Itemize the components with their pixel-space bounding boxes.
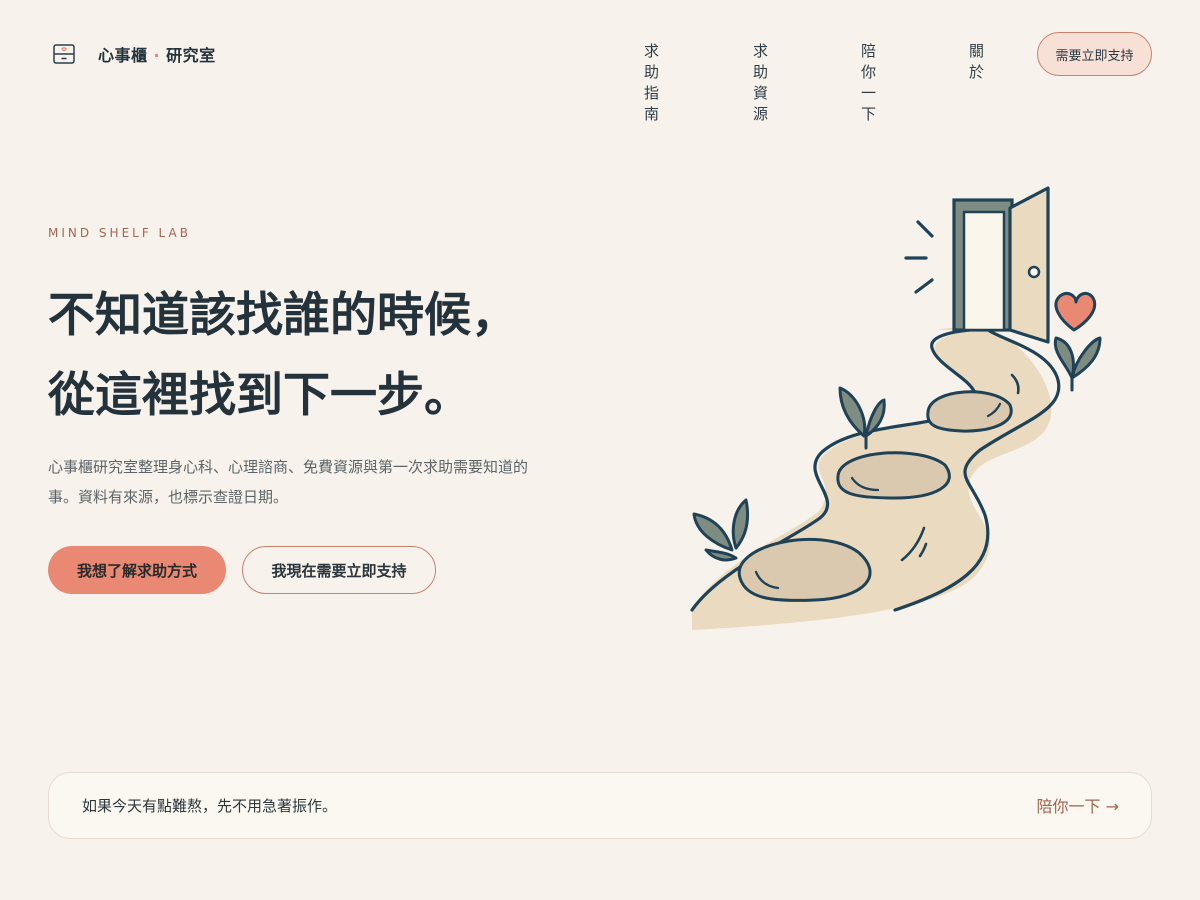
nav-help-guide[interactable]: 求助指南 xyxy=(644,40,659,124)
headline-line-1: 不知道該找誰的時候， xyxy=(48,288,518,343)
heart-icon xyxy=(1054,292,1097,332)
learn-help-button[interactable]: 我想了解求助方式 xyxy=(48,546,226,594)
site-header: 心事櫃 · 研究室 求助指南 求助資源 陪你一下 關於 需要立即支持 xyxy=(0,0,1200,123)
hero-headline: 不知道該找誰的時候， 從這裡找到下一步。 xyxy=(48,276,608,436)
cabinet-icon xyxy=(53,44,75,64)
door-path-illustration xyxy=(690,186,1102,630)
hero-description: 心事櫃研究室整理身心科、心理諮商、免費資源與第一次求助需要知道的事。資料有來源，… xyxy=(48,458,529,506)
hero-eyebrow: MIND SHELF LAB xyxy=(48,226,191,240)
stone-medium xyxy=(836,451,951,500)
nav-help-resources[interactable]: 求助資源 xyxy=(753,40,768,124)
page: 心事櫃 · 研究室 求助指南 求助資源 陪你一下 關於 需要立即支持 MIND SH… xyxy=(0,0,1200,900)
banner-company-link[interactable]: 陪你一下 → xyxy=(1037,793,1120,817)
brand-separator: · xyxy=(153,46,161,65)
headline-line-2: 從這裡找到下一步。 xyxy=(48,368,471,423)
stone-large xyxy=(737,538,872,602)
nav-about[interactable]: 關於 xyxy=(969,40,984,82)
brand-name-main: 心事櫃 xyxy=(98,46,148,65)
nav-company[interactable]: 陪你一下 xyxy=(861,40,876,124)
brand-name-suffix: 研究室 xyxy=(166,46,216,65)
door-panel xyxy=(1008,186,1050,344)
stone-small xyxy=(926,390,1013,433)
brand-logo-link[interactable]: 心事櫃 · 研究室 xyxy=(52,42,216,66)
banner-text: 如果今天有點難熬，先不用急著振作。 xyxy=(82,797,338,815)
immediate-support-button[interactable]: 需要立即支持 xyxy=(1037,32,1152,76)
brand-name: 心事櫃 · 研究室 xyxy=(98,42,216,66)
comfort-banner: 如果今天有點難熬，先不用急著振作。 陪你一下 → xyxy=(48,772,1152,839)
need-support-now-button[interactable]: 我現在需要立即支持 xyxy=(242,546,436,594)
